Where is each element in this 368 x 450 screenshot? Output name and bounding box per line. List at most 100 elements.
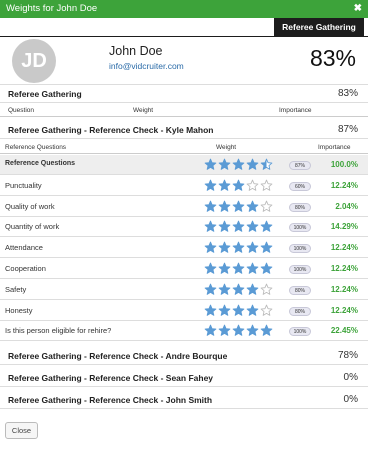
star-filled-icon <box>260 241 273 253</box>
star-filled-icon <box>218 283 231 295</box>
avatar: JD <box>12 39 56 83</box>
importance-value: 2.04% <box>335 201 358 211</box>
star-filled-icon <box>260 221 273 233</box>
question-text: Quality of work <box>5 201 55 211</box>
star-rating <box>204 158 276 172</box>
close-button[interactable]: Close <box>5 422 38 439</box>
star-filled-icon <box>204 325 217 337</box>
col-weight: Weight <box>133 107 154 114</box>
reference-check-score: 78% <box>337 350 358 361</box>
star-rating <box>204 324 276 338</box>
star-filled-icon <box>232 200 245 212</box>
question-row: Attendance 100% 12.24% <box>0 238 368 259</box>
candidate-email[interactable]: info@vidcruiter.com <box>109 61 184 71</box>
question-text: Cooperation <box>5 264 46 273</box>
star-rating <box>204 283 276 297</box>
importance-value: 12.24% <box>330 264 358 273</box>
star-filled-icon <box>204 179 217 191</box>
star-rating <box>204 179 276 193</box>
question-row: Honesty 80% 12.24% <box>0 301 368 321</box>
col-weight: Weight <box>216 144 237 151</box>
question-row: Punctuality 60% 12.24% <box>0 176 368 196</box>
importance-value: 14.29% <box>330 222 358 232</box>
weight-badge: 80% <box>289 285 311 295</box>
reference-check-row[interactable]: Referee Gathering - Reference Check - Jo… <box>0 391 368 409</box>
question-text: Safety <box>5 284 27 294</box>
star-filled-icon <box>260 262 273 274</box>
reference-check-label: Referee Gathering - Reference Check - An… <box>8 351 228 361</box>
importance-value: 100.0% <box>330 160 358 169</box>
col-question: Reference Questions <box>5 144 67 151</box>
reference-check-score: 0% <box>343 372 358 383</box>
question-row: Cooperation 100% 12.24% <box>0 259 368 279</box>
star-filled-icon <box>218 179 231 191</box>
star-filled-icon <box>260 325 273 337</box>
star-filled-icon <box>204 200 217 212</box>
question-text: Attendance <box>5 243 43 253</box>
overall-score: 83% <box>309 45 356 71</box>
star-filled-icon <box>232 158 245 170</box>
star-rating <box>204 200 276 214</box>
star-filled-icon <box>232 283 245 295</box>
reference-check-row[interactable]: Referee Gathering - Reference Check - Se… <box>0 369 368 387</box>
col-importance: Importance <box>279 107 312 114</box>
star-filled-icon <box>232 241 245 253</box>
col-question: Question <box>8 107 35 114</box>
star-filled-icon <box>246 304 259 316</box>
question-summary-row: Reference Questions 87% 100.0% <box>0 155 368 175</box>
star-filled-icon <box>218 241 231 253</box>
weight-badge: 87% <box>289 161 311 170</box>
question-text: Quantity of work <box>5 222 60 232</box>
star-filled-icon <box>232 179 245 191</box>
weight-badge: 80% <box>289 306 311 316</box>
tab-bar: Referee Gathering <box>0 18 368 37</box>
reference-check-label: Referee Gathering - Reference Check - Se… <box>8 373 214 383</box>
star-rating <box>204 241 276 255</box>
star-filled-icon <box>204 304 217 316</box>
question-row: Is this person eligible for rehire? 100% 2… <box>0 321 368 342</box>
star-filled-icon <box>232 304 245 316</box>
weights-header: Question Weight Importance <box>0 104 368 117</box>
close-icon[interactable]: ✖ <box>354 0 362 18</box>
col-importance: Importance <box>318 144 351 151</box>
reference-check-label: Referee Gathering - Reference Check - Jo… <box>8 395 213 405</box>
importance-value: 22.45% <box>330 326 358 336</box>
star-filled-icon <box>204 221 217 233</box>
candidate-profile: JD John Doe info@vidcruiter.com 83% <box>0 37 368 85</box>
importance-value: 12.24% <box>330 243 358 253</box>
question-text: Punctuality <box>5 180 42 190</box>
importance-value: 12.24% <box>330 305 358 315</box>
star-half-icon <box>260 158 273 170</box>
question-row: Safety 80% 12.24% <box>0 280 368 300</box>
reference-check-row[interactable]: Referee Gathering - Reference Check - Ky… <box>0 121 368 139</box>
weight-badge: 100% <box>289 265 311 274</box>
weight-badge: 80% <box>289 202 311 212</box>
window-title: Weights for John Doe <box>6 3 98 14</box>
star-filled-icon <box>218 262 231 274</box>
question-row: Quantity of work 100% 14.29% <box>0 217 368 238</box>
reference-check-row[interactable]: Referee Gathering - Reference Check - An… <box>0 347 368 365</box>
reference-check-score: 0% <box>343 394 358 405</box>
star-empty-icon <box>260 200 273 212</box>
summary-score: 83% <box>337 88 358 99</box>
question-text: Reference Questions <box>5 160 76 167</box>
star-empty-icon <box>246 179 259 191</box>
importance-value: 12.24% <box>330 284 358 294</box>
star-filled-icon <box>246 221 259 233</box>
summary-row: Referee Gathering 83% <box>0 85 368 103</box>
tab-referee-gathering[interactable]: Referee Gathering <box>274 18 364 37</box>
star-filled-icon <box>246 325 259 337</box>
question-text: Is this person eligible for rehire? <box>5 326 112 336</box>
star-filled-icon <box>246 283 259 295</box>
star-filled-icon <box>204 262 217 274</box>
star-filled-icon <box>218 304 231 316</box>
questions-header: Reference Questions Weight Importance <box>0 141 368 154</box>
star-filled-icon <box>218 325 231 337</box>
star-filled-icon <box>232 325 245 337</box>
weight-badge: 100% <box>289 327 311 337</box>
question-row: Quality of work 80% 2.04% <box>0 197 368 217</box>
weight-badge: 100% <box>289 223 311 233</box>
star-filled-icon <box>232 262 245 274</box>
importance-value: 12.24% <box>330 180 358 190</box>
weight-badge: 60% <box>289 181 311 191</box>
